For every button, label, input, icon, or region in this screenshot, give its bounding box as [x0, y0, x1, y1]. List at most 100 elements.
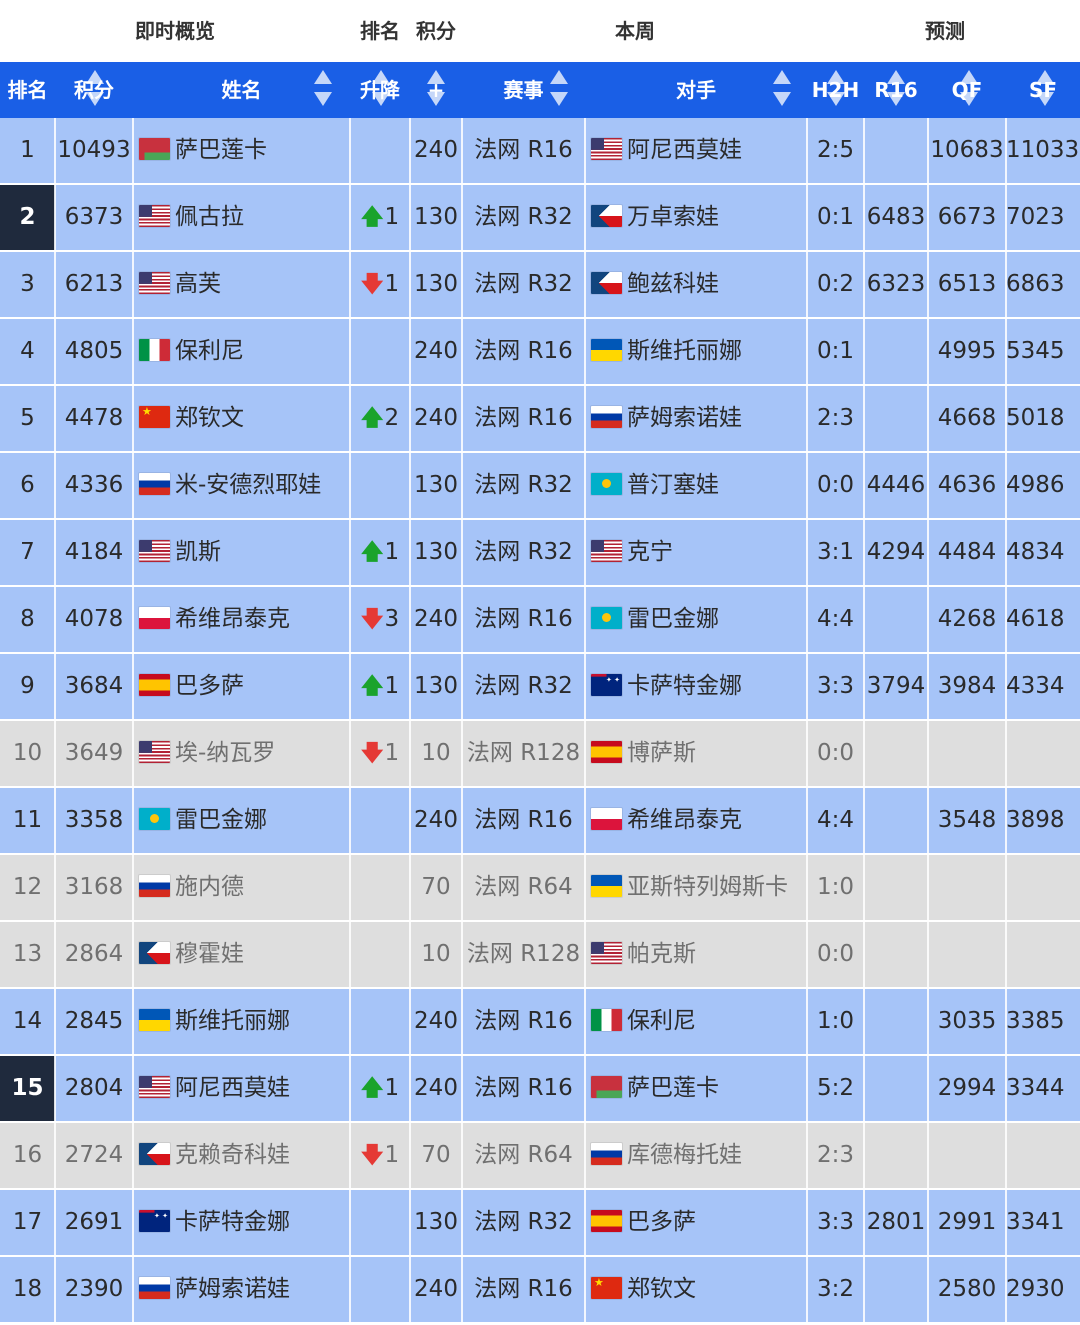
- arrow-down-icon: 🡇: [360, 741, 384, 766]
- opponent-cell[interactable]: 鲍兹科娃: [585, 252, 807, 317]
- column-divider: [409, 118, 411, 1325]
- player-name-cell[interactable]: 斯维托丽娜: [133, 989, 350, 1054]
- table-row[interactable]: 18 2390 萨姆索诺娃 240 法网 R16 郑钦文 3:2 2580 2930: [0, 1257, 1080, 1324]
- country-flag-icon: [139, 539, 170, 562]
- player-name: 希维昂泰克: [175, 606, 290, 632]
- h2h-cell: 1:0: [816, 874, 854, 900]
- opponent-cell[interactable]: 郑钦文: [585, 1257, 807, 1322]
- rank-cell: 15: [0, 1056, 55, 1121]
- country-flag-icon: [139, 673, 170, 696]
- opponent-cell[interactable]: 萨姆索诺娃: [585, 386, 807, 451]
- player-name-cell[interactable]: 巴多萨: [133, 654, 350, 719]
- player-name-cell[interactable]: 卡萨特金娜: [133, 1190, 350, 1255]
- table-row[interactable]: 15 2804 阿尼西莫娃 🡅1 240 法网 R16 萨巴莲卡 5:2 2994 3344: [0, 1056, 1080, 1123]
- opponent-cell[interactable]: 斯维托丽娜: [585, 319, 807, 384]
- rank-change-cell: [350, 855, 410, 920]
- table-row[interactable]: 11 3358 雷巴金娜 240 法网 R16 希维昂泰克 4:4 3548 3898: [0, 788, 1080, 855]
- table-row[interactable]: 13 2864 穆霍娃 10 法网 R128 帕克斯 0:0: [0, 922, 1080, 989]
- points-cell: 2724: [64, 1142, 124, 1168]
- col-rank-header[interactable]: 排名: [0, 62, 55, 118]
- h2h-cell: 4:4: [816, 606, 854, 632]
- player-name-cell[interactable]: 萨巴莲卡: [133, 118, 350, 183]
- country-flag-icon: [139, 137, 170, 160]
- opponent-cell[interactable]: 库德梅托娃: [585, 1123, 807, 1188]
- table-row[interactable]: 16 2724 克赖奇科娃 🡇1 70 法网 R64 库德梅托娃 2:3: [0, 1123, 1080, 1190]
- table-row[interactable]: 10 3649 埃-纳瓦罗 🡇1 10 法网 R128 博萨斯 0:0: [0, 721, 1080, 788]
- opponent-cell[interactable]: 克宁: [585, 520, 807, 585]
- table-row[interactable]: 2 6373 佩古拉 🡅1 130 法网 R32 万卓索娃 0:1 6483 6673 7023: [0, 185, 1080, 252]
- country-flag-icon: [139, 405, 170, 428]
- player-name-cell[interactable]: 希维昂泰克: [133, 587, 350, 652]
- player-name: 巴多萨: [175, 673, 244, 699]
- sort-sf-icon[interactable]: [1034, 70, 1056, 110]
- opponent-cell[interactable]: 巴多萨: [585, 1190, 807, 1255]
- sort-change-icon[interactable]: [370, 70, 392, 110]
- qf-forecast-cell: 6513: [937, 271, 997, 297]
- table-row[interactable]: 3 6213 高芙 🡇1 130 法网 R32 鲍兹科娃 0:2 6323 6513 6863: [0, 252, 1080, 319]
- table-row[interactable]: 54478郑钦文🡅2240法网 R16萨姆索诺娃2:346685018: [0, 386, 1080, 453]
- player-name-cell[interactable]: 穆霍娃: [133, 922, 350, 987]
- opponent-cell[interactable]: 雷巴金娜: [585, 587, 807, 652]
- sort-qf-icon[interactable]: [958, 70, 980, 110]
- points-cell: 3168: [64, 874, 124, 900]
- player-name-cell[interactable]: 埃-纳瓦罗: [133, 721, 350, 786]
- player-name-cell[interactable]: 佩古拉: [133, 185, 350, 250]
- table-row[interactable]: 8 4078 希维昂泰克 🡇3 240 法网 R16 雷巴金娜 4:4 4268 4618: [0, 587, 1080, 654]
- rank-change-cell: 🡇3: [350, 587, 410, 652]
- opponent-cell[interactable]: 萨巴莲卡: [585, 1056, 807, 1121]
- player-name-cell[interactable]: 米-安德烈耶娃: [133, 453, 350, 518]
- h2h-cell: 3:3: [816, 673, 854, 699]
- rank-cell: 11: [12, 807, 43, 833]
- player-name: 保利尼: [175, 338, 244, 364]
- country-flag-icon: [139, 271, 170, 294]
- sort-points-icon[interactable]: [84, 70, 106, 110]
- opponent-cell[interactable]: 阿尼西莫娃: [585, 118, 807, 183]
- sf-forecast-cell: 11033: [1006, 137, 1080, 163]
- table-row[interactable]: 14 2845 斯维托丽娜 240 法网 R16 保利尼 1:0 3035 3385: [0, 989, 1080, 1056]
- opponent-cell[interactable]: 帕克斯: [585, 922, 807, 987]
- table-row[interactable]: 7 4184 凯斯 🡅1 130 法网 R32 克宁 3:1 4294 4484 4834: [0, 520, 1080, 587]
- opponent-cell[interactable]: 保利尼: [585, 989, 807, 1054]
- table-row[interactable]: 4 4805 保利尼 240 法网 R16 斯维托丽娜 0:1 4995 5345: [0, 319, 1080, 386]
- rank-cell: 16: [12, 1142, 43, 1168]
- sort-plus-icon[interactable]: [425, 70, 447, 110]
- r16-forecast-cell: [864, 118, 928, 183]
- table-row[interactable]: 1 10493 萨巴莲卡 240 法网 R16 阿尼西莫娃 2:5 10683 11033: [0, 118, 1080, 185]
- player-name-cell[interactable]: 阿尼西莫娃: [133, 1056, 350, 1121]
- table-row[interactable]: 6 4336 米-安德烈耶娃 130 法网 R32 普汀塞娃 0:0 4446 4636 4986: [0, 453, 1080, 520]
- rank-change-value: 1: [384, 740, 400, 766]
- player-name-cell[interactable]: 雷巴金娜: [133, 788, 350, 853]
- opponent-cell[interactable]: 希维昂泰克: [585, 788, 807, 853]
- event-cell: 法网 R16: [474, 405, 573, 431]
- table-row[interactable]: 12 3168 施内德 70 法网 R64 亚斯特列姆斯卡 1:0: [0, 855, 1080, 922]
- player-name-cell[interactable]: 施内德: [133, 855, 350, 920]
- opponent-flag-icon: [591, 673, 622, 696]
- event-cell: 法网 R16: [474, 1008, 573, 1034]
- sort-name-icon[interactable]: [312, 70, 334, 110]
- opponent-cell[interactable]: 卡萨特金娜: [585, 654, 807, 719]
- player-name-cell[interactable]: 高芙: [133, 252, 350, 317]
- h2h-cell: 3:3: [816, 1209, 854, 1235]
- sort-r16-icon[interactable]: [885, 70, 907, 110]
- points-gain-cell: 130: [414, 673, 458, 699]
- table-row[interactable]: 17 2691 卡萨特金娜 130 法网 R32 巴多萨 3:3 2801 2991 3341: [0, 1190, 1080, 1257]
- table-row[interactable]: 93684巴多萨🡅1130法网 R32卡萨特金娜3:3379439844334: [0, 654, 1080, 721]
- player-name-cell[interactable]: 郑钦文: [133, 386, 350, 451]
- player-name-cell[interactable]: 克赖奇科娃: [133, 1123, 350, 1188]
- player-name-cell[interactable]: 萨姆索诺娃: [133, 1257, 350, 1322]
- event-cell: 法网 R128: [466, 941, 581, 967]
- rank-change-cell: 🡇1: [350, 1123, 410, 1188]
- player-name-cell[interactable]: 凯斯: [133, 520, 350, 585]
- sort-opponent-icon[interactable]: [771, 70, 793, 110]
- opponent-flag-icon: [591, 1276, 622, 1299]
- opponent-cell[interactable]: 博萨斯: [585, 721, 807, 786]
- sort-event-icon[interactable]: [548, 70, 570, 110]
- player-name-cell[interactable]: 保利尼: [133, 319, 350, 384]
- opponent-name: 郑钦文: [627, 1276, 696, 1302]
- sort-h2h-icon[interactable]: [825, 70, 847, 110]
- qf-forecast-cell: 4668: [937, 405, 997, 431]
- opponent-cell[interactable]: 亚斯特列姆斯卡: [585, 855, 807, 920]
- opponent-cell[interactable]: 普汀塞娃: [585, 453, 807, 518]
- opponent-cell[interactable]: 万卓索娃: [585, 185, 807, 250]
- opponent-flag-icon: [591, 405, 622, 428]
